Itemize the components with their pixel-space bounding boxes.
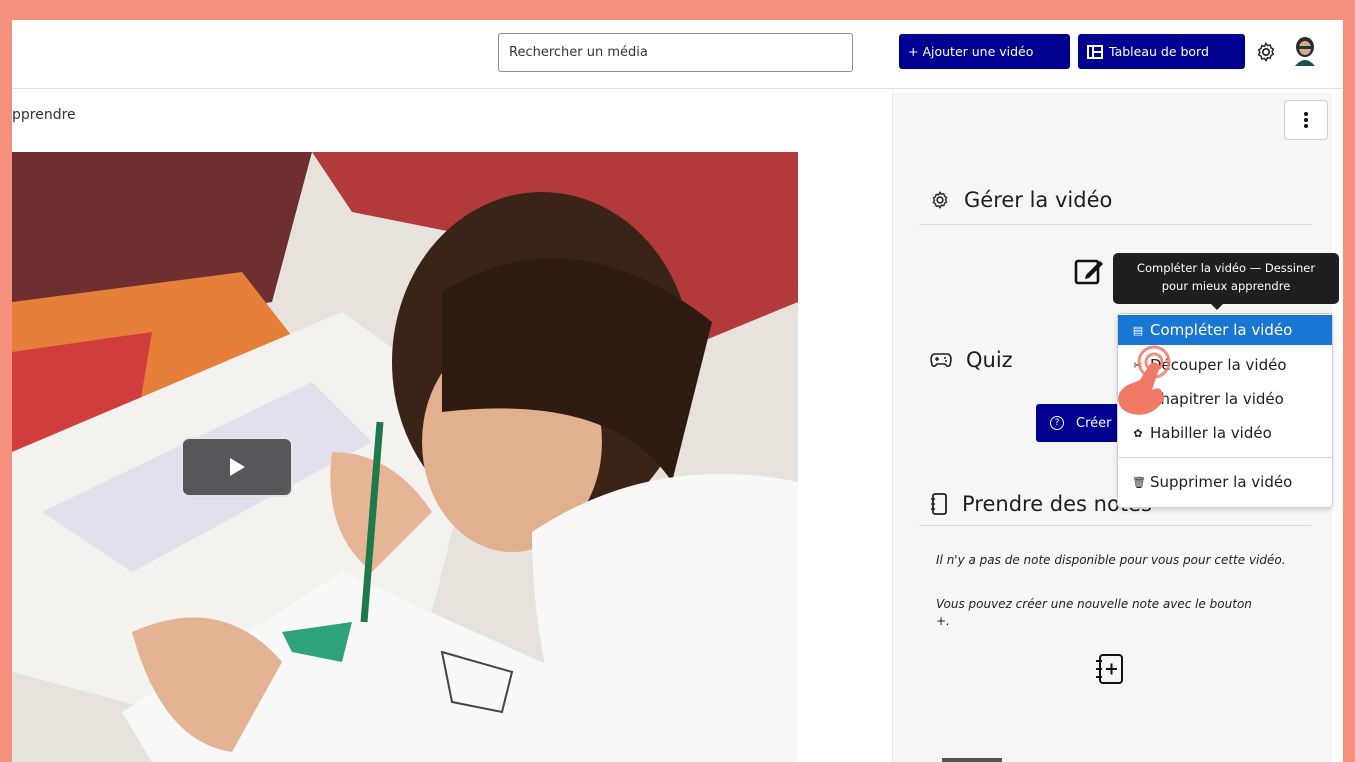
- gamepad-icon: [930, 353, 952, 368]
- tooltip-arrow: [1210, 303, 1224, 310]
- menu-item-label: Supprimer la vidéo: [1150, 473, 1293, 491]
- breadcrumb[interactable]: pprendre: [12, 107, 76, 123]
- menu-item-delete[interactable]: 🗑 Supprimer la vidéo: [1118, 467, 1332, 497]
- more-options-button[interactable]: [1284, 100, 1328, 140]
- quiz-title: Quiz: [966, 348, 1013, 372]
- play-button[interactable]: [181, 437, 293, 497]
- menu-item-dress[interactable]: ✿ Habiller la vidéo: [1118, 418, 1332, 448]
- create-quiz-label: Créer: [1076, 415, 1112, 431]
- viewport: + Ajouter une vidéo Tableau de bord ppre…: [12, 20, 1343, 762]
- quiz-heading: Quiz: [930, 348, 1013, 372]
- gear-icon: [932, 191, 948, 209]
- menu-divider: [1118, 457, 1332, 458]
- edit-icon[interactable]: [1074, 256, 1104, 286]
- add-note-icon[interactable]: [1093, 652, 1127, 686]
- menu-item-label: Habiller la vidéo: [1150, 424, 1272, 442]
- divider: [919, 525, 1311, 526]
- notes-hint-message: Vous pouvez créer une nouvelle note avec…: [936, 597, 1252, 628]
- tooltip-line: Compléter la vidéo — Dessiner: [1136, 261, 1316, 275]
- next-section-heading: [942, 758, 1002, 762]
- menu-item-label: Compléter la vidéo: [1150, 321, 1293, 339]
- question-icon: ?: [1050, 416, 1064, 430]
- search-input[interactable]: [498, 33, 853, 72]
- add-video-button[interactable]: + Ajouter une vidéo: [899, 34, 1070, 69]
- dashboard-icon: [1087, 44, 1103, 59]
- palette-icon: ✿: [1133, 426, 1143, 440]
- document-icon: ▤: [1132, 323, 1144, 337]
- video-thumbnail: [12, 152, 798, 762]
- video-player[interactable]: [12, 152, 798, 762]
- notebook-icon: [931, 493, 947, 515]
- manage-video-heading: Gérer la vidéo: [930, 188, 1112, 212]
- divider: [919, 224, 1311, 225]
- dashboard-label: Tableau de bord: [1109, 44, 1209, 59]
- play-icon: [230, 458, 245, 476]
- click-pointer-icon: [1118, 345, 1171, 415]
- tooltip: Compléter la vidéo — Dessiner pour mieux…: [1113, 253, 1339, 304]
- avatar[interactable]: [1292, 36, 1318, 66]
- kebab-icon: [1304, 112, 1308, 128]
- notes-empty-message: Il n'y a pas de note disponible pour vou…: [936, 553, 1286, 567]
- dashboard-button[interactable]: Tableau de bord: [1078, 34, 1245, 69]
- gear-icon[interactable]: [1255, 41, 1277, 63]
- tooltip-line: pour mieux apprendre: [1161, 279, 1291, 293]
- trash-icon: 🗑: [1132, 475, 1146, 489]
- manage-video-title: Gérer la vidéo: [964, 188, 1113, 212]
